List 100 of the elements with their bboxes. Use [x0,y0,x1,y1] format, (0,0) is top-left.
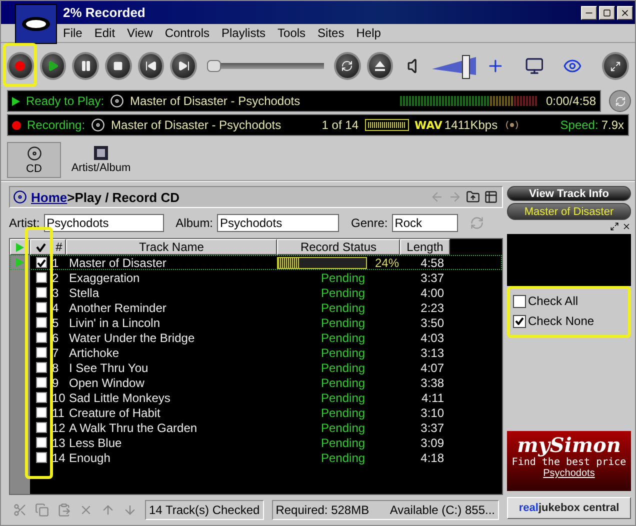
checkbox[interactable] [36,437,46,448]
track-length: 4:58 [420,256,445,270]
track-length: 4:07 [420,360,445,374]
menu-item[interactable]: Help [356,26,381,40]
tab[interactable]: CD [7,142,61,178]
menu-item[interactable]: Controls [164,26,210,40]
track-row[interactable]: 3 Stella Pending 4:00 [10,285,502,300]
checkbox[interactable] [36,272,46,283]
track-length: 3:37 [420,270,445,284]
album-icon [94,146,108,160]
track-number: 3 [52,286,60,300]
bitrate: 1411Kbps [444,118,498,132]
menu-item[interactable]: Sites [318,26,344,40]
eject-button[interactable] [366,52,394,80]
menu-item[interactable]: View [127,26,153,40]
track-row[interactable]: 4 Another Reminder Pending 2:23 [10,300,502,315]
track-row[interactable]: 10 Sad Little Monkeys Pending 4:11 [10,390,502,405]
checkbox[interactable] [513,294,526,308]
minimize-button[interactable] [581,6,597,20]
track-row[interactable]: 11 Creature of Habit Pending 3:10 [10,405,502,420]
folder-up-icon[interactable] [466,190,480,204]
next-button[interactable] [170,52,197,80]
track-row[interactable]: 12 A Walk Thru the Garden Pending 3:37 [10,420,502,435]
checkbox[interactable] [36,332,46,343]
view-track-info-button[interactable]: View Track Info [507,186,631,201]
column-header[interactable]: Length [400,239,450,255]
menu-item[interactable]: Tools [278,26,306,40]
column-header[interactable] [30,239,52,255]
play-arrow-icon [12,96,20,106]
record-status: Pending [320,390,366,404]
list-view-icon[interactable] [484,190,498,204]
volume-slider[interactable] [432,55,474,77]
close-icon[interactable] [622,222,631,231]
column-header[interactable]: Track Name [66,239,277,255]
record-status: Pending [320,286,366,300]
checkbox[interactable] [513,314,526,328]
repeat-button[interactable] [334,52,361,80]
volume-thumb[interactable] [462,55,470,79]
record-status: Pending [320,270,366,284]
checkbox[interactable] [36,392,46,403]
track-name: Exaggeration [68,270,141,284]
advertisement-banner[interactable]: mySimon Find the best price Psychodots [507,431,631,491]
text-field[interactable]: Psychodots [44,214,164,232]
track-row[interactable]: 5 Livin' in a Lincoln Pending 3:50 [10,315,502,330]
monitor-icon[interactable] [524,56,544,76]
checkbox[interactable] [36,347,46,358]
restore-icon[interactable] [610,222,619,231]
maximize-button[interactable] [599,6,615,20]
checkbox[interactable] [36,407,46,418]
jukebox-central-button[interactable]: realjukebox central [507,497,631,519]
record-button[interactable] [7,52,34,80]
rewind-button[interactable] [609,90,631,112]
text-field[interactable]: Rock [392,214,458,232]
track-row[interactable]: 2 Exaggeration Pending 3:37 [10,270,502,285]
track-length: 4:11 [420,390,445,404]
checkbox[interactable] [36,452,46,463]
tab[interactable]: Artist/Album [63,142,139,178]
disc-icon [110,94,124,108]
ad-link[interactable]: Psychodots [543,468,595,479]
menu-item[interactable]: Edit [94,26,116,40]
track-number: 9 [52,376,60,390]
ad-brand: mySimon [517,433,621,457]
checkbox[interactable] [36,317,46,328]
seek-slider[interactable] [206,60,324,72]
checkbox[interactable] [36,362,46,373]
track-row[interactable]: 1 Master of Disaster 24% 4:58 [10,255,502,270]
close-button[interactable] [617,6,633,20]
next-icon [178,60,190,72]
checkbox[interactable] [36,302,46,313]
compact-mode-button[interactable] [602,52,629,80]
column-header[interactable]: # [52,239,66,255]
play-button[interactable] [40,52,66,80]
seek-thumb[interactable] [206,60,221,72]
column-header[interactable]: Record Status [277,239,400,255]
checkbox[interactable] [36,422,46,433]
track-number: 4 [52,300,60,314]
previous-button[interactable] [138,52,164,80]
pause-button[interactable] [72,52,99,80]
track-number: 11 [52,406,66,420]
menu-item[interactable]: File [63,26,82,40]
checkbox[interactable] [36,287,46,298]
checkbox[interactable] [36,257,46,268]
menu-item[interactable]: Playlists [222,26,266,40]
check-option[interactable]: Check None [513,314,625,328]
track-row[interactable]: 9 Open Window Pending 3:38 [10,375,502,390]
record-status: Pending [320,330,366,344]
track-row[interactable]: 13 Less Blue Pending 3:09 [10,435,502,450]
stop-button[interactable] [104,52,132,80]
track-name: Creature of Habit [68,406,162,420]
cd-icon [13,190,27,204]
record-status: Pending [320,420,366,434]
home-link[interactable]: Home [31,190,68,204]
track-title: Master of Disaster - Psychodots [111,118,282,132]
check-option[interactable]: Check All [513,294,625,308]
text-field[interactable]: Psychodots [217,214,340,232]
track-row[interactable]: 14 Enough Pending 4:18 [10,450,502,465]
checkbox[interactable] [36,377,46,388]
track-name: Open Window [68,376,146,390]
track-row[interactable]: 7 Artichoke Pending 3:13 [10,345,502,360]
track-number: 5 [52,316,60,330]
